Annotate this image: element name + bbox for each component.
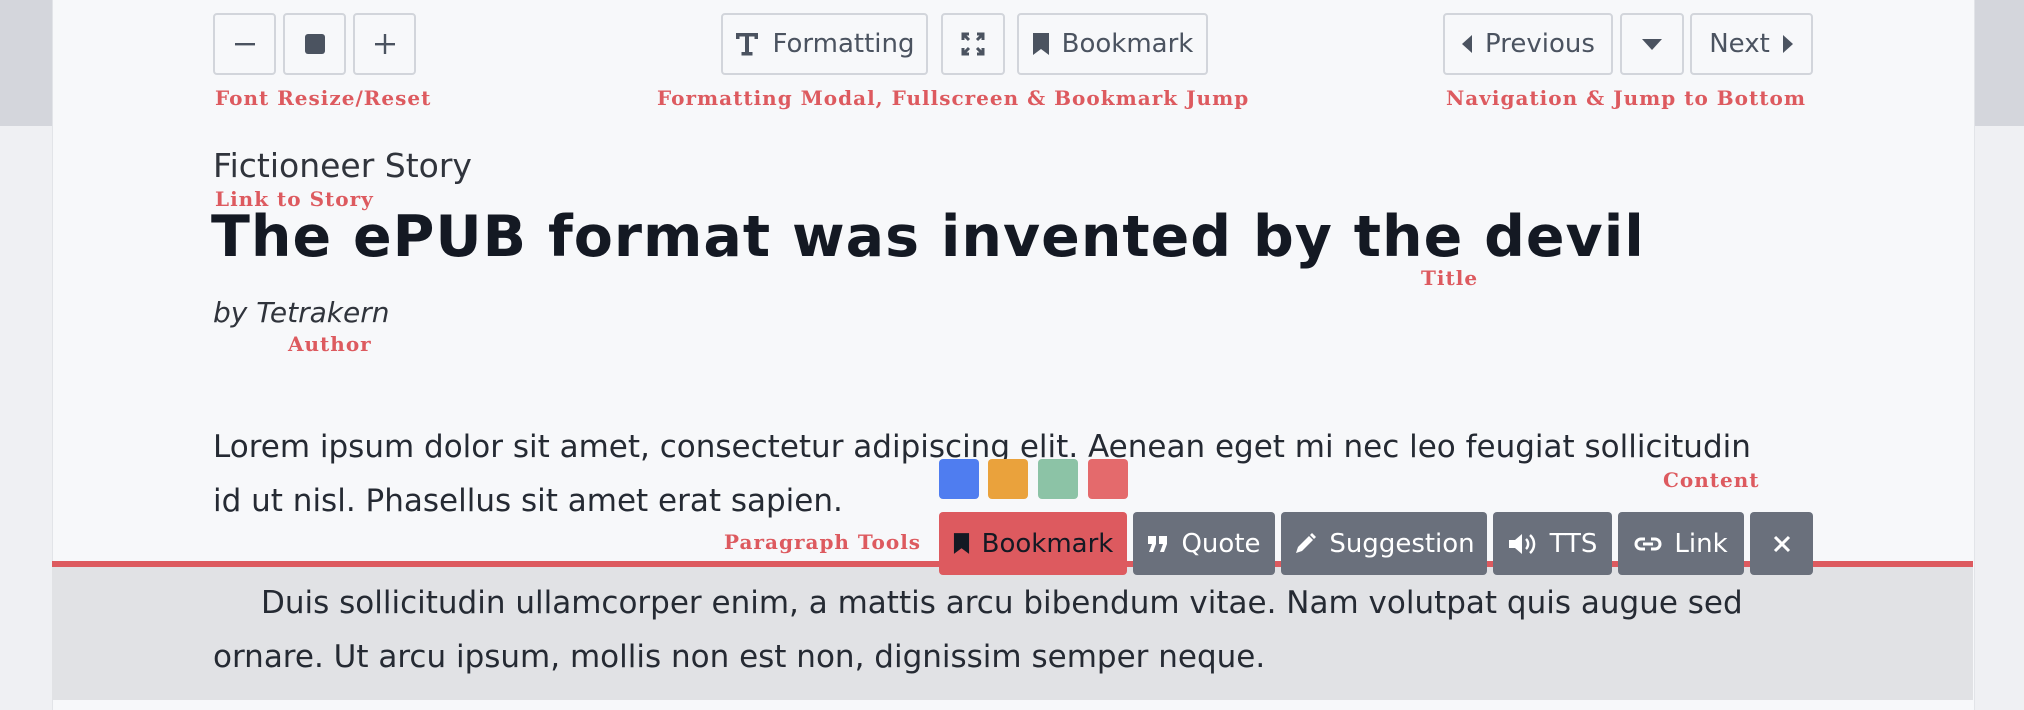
- annotation-content: Content: [1663, 468, 1760, 492]
- link-icon: [1634, 537, 1662, 550]
- minus-icon: [234, 43, 255, 46]
- font-increase-button[interactable]: [353, 13, 416, 75]
- expand-icon: [961, 32, 985, 56]
- speaker-icon: [1508, 533, 1535, 554]
- next-chapter-button[interactable]: Next: [1690, 13, 1813, 75]
- bookmark-color-red[interactable]: [1088, 459, 1128, 499]
- quote-label: Quote: [1181, 528, 1261, 559]
- chapter-author[interactable]: by Tetrakern: [213, 296, 389, 329]
- close-tools-button[interactable]: [1750, 512, 1813, 575]
- previous-chapter-button[interactable]: Previous: [1443, 13, 1613, 75]
- next-label: Next: [1709, 29, 1770, 59]
- quote-icon: [1148, 535, 1168, 552]
- pencil-icon: [1296, 532, 1317, 553]
- font-decrease-button[interactable]: [213, 13, 276, 75]
- annotation-font-resize: Font Resize/Reset: [215, 86, 432, 110]
- font-reset-button[interactable]: [283, 13, 346, 75]
- bookmark-color-orange[interactable]: [988, 459, 1028, 499]
- bookmark-color-green[interactable]: [1038, 459, 1078, 499]
- plus-icon: [374, 34, 395, 54]
- link-button[interactable]: Link: [1618, 512, 1744, 575]
- paragraph-bookmark-button[interactable]: Bookmark: [939, 512, 1127, 575]
- bookmark-icon: [1032, 33, 1049, 55]
- paragraph-bookmark-label: Bookmark: [981, 528, 1114, 559]
- formatting-button-label: Formatting: [772, 29, 915, 59]
- quote-button[interactable]: Quote: [1133, 512, 1275, 575]
- text-format-icon: [736, 33, 759, 56]
- close-icon: [1773, 535, 1790, 552]
- tts-button[interactable]: TTS: [1493, 512, 1612, 575]
- previous-label: Previous: [1485, 29, 1595, 59]
- square-icon: [304, 34, 325, 54]
- link-label: Link: [1674, 528, 1728, 559]
- bookmark-color-blue[interactable]: [939, 459, 979, 499]
- caret-right-icon: [1782, 35, 1793, 53]
- bookmark-jump-label: Bookmark: [1061, 29, 1194, 59]
- annotation-navigation: Navigation & Jump to Bottom: [1446, 86, 1806, 110]
- annotation-title: Title: [1421, 266, 1479, 290]
- selected-paragraph[interactable]: Duis sollicitudin ullamcorper enim, a ma…: [213, 576, 1813, 684]
- caret-down-icon: [1642, 39, 1662, 50]
- suggestion-label: Suggestion: [1329, 528, 1475, 559]
- suggestion-button[interactable]: Suggestion: [1281, 512, 1487, 575]
- formatting-button[interactable]: Formatting: [721, 13, 928, 75]
- annotation-paragraph-tools: Paragraph Tools: [724, 530, 922, 554]
- bookmark-icon: [953, 533, 969, 554]
- chapter-title: The ePUB format was invented by the devi…: [211, 204, 1645, 270]
- tts-label: TTS: [1549, 528, 1598, 559]
- bookmark-jump-button[interactable]: Bookmark: [1017, 13, 1208, 75]
- jump-to-bottom-button[interactable]: [1620, 13, 1684, 75]
- caret-left-icon: [1462, 35, 1473, 53]
- fullscreen-button[interactable]: [941, 13, 1005, 75]
- annotation-formatting: Formatting Modal, Fullscreen & Bookmark …: [657, 86, 1250, 110]
- story-link[interactable]: Fictioneer Story: [213, 146, 472, 185]
- annotation-author: Author: [288, 332, 372, 356]
